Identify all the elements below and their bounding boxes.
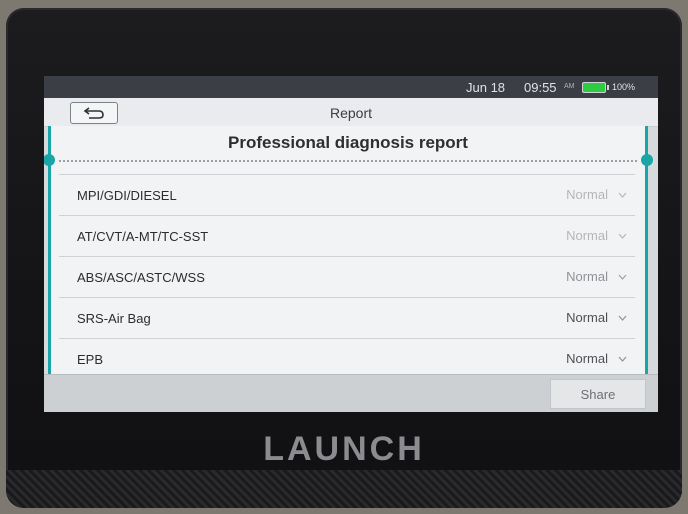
system-name: EPB (77, 352, 104, 367)
chevron-down-icon (618, 315, 627, 321)
device-grip (6, 470, 682, 508)
system-row[interactable]: ABS/ASC/ASTC/WSS Normal (59, 256, 635, 297)
chevron-down-icon (618, 356, 627, 362)
chevron-down-icon (618, 274, 627, 280)
chevron-down-icon (618, 233, 627, 239)
status-ampm: AM (564, 83, 575, 90)
system-name: MPI/GDI/DIESEL (77, 188, 177, 203)
status-value: Normal (566, 310, 608, 325)
screen: Jun 18 09:55 AM 100% Report Professional… (44, 76, 658, 412)
launch-logo: LAUNCH (263, 430, 425, 468)
status-bar: Jun 18 09:55 AM 100% (44, 76, 658, 98)
status-value: Normal (566, 269, 608, 284)
status-dropdown[interactable]: Normal (566, 310, 627, 325)
system-row[interactable]: SRS-Air Bag Normal (59, 297, 635, 338)
battery-percent: 100% (612, 82, 636, 92)
report-heading: Professional diagnosis report (228, 133, 468, 152)
heading-divider (59, 160, 637, 162)
system-name: ABS/ASC/ASTC/WSS (77, 270, 205, 285)
status-dropdown[interactable]: Normal (566, 187, 627, 202)
system-row[interactable]: AT/CVT/A-MT/TC-SST Normal (59, 215, 635, 256)
system-list: MPI/GDI/DIESEL Normal AT/CVT/A-MT/TC-SST… (59, 174, 635, 379)
title-bar: Report (44, 98, 658, 127)
status-dropdown[interactable]: Normal (566, 351, 627, 366)
system-name: SRS-Air Bag (77, 311, 151, 326)
report-panel: Professional diagnosis report MPI/GDI/DI… (44, 126, 653, 374)
system-row[interactable]: EPB Normal (59, 338, 635, 379)
status-dropdown[interactable]: Normal (566, 228, 627, 243)
status-time: 09:55 (524, 80, 557, 95)
share-button[interactable]: Share (550, 379, 646, 409)
battery-icon (582, 82, 609, 93)
status-value: Normal (566, 351, 608, 366)
panel-right-dot (641, 154, 653, 166)
screen-title: Report (329, 105, 373, 121)
status-value: Normal (566, 228, 608, 243)
bottom-bar: Share (44, 374, 658, 412)
status-dropdown[interactable]: Normal (566, 269, 627, 284)
status-date: Jun 18 (466, 80, 506, 95)
panel-left-dot (44, 154, 55, 166)
status-value: Normal (566, 187, 608, 202)
system-row[interactable]: MPI/GDI/DIESEL Normal (59, 174, 635, 215)
chevron-down-icon (618, 192, 627, 198)
system-name: AT/CVT/A-MT/TC-SST (77, 229, 209, 244)
